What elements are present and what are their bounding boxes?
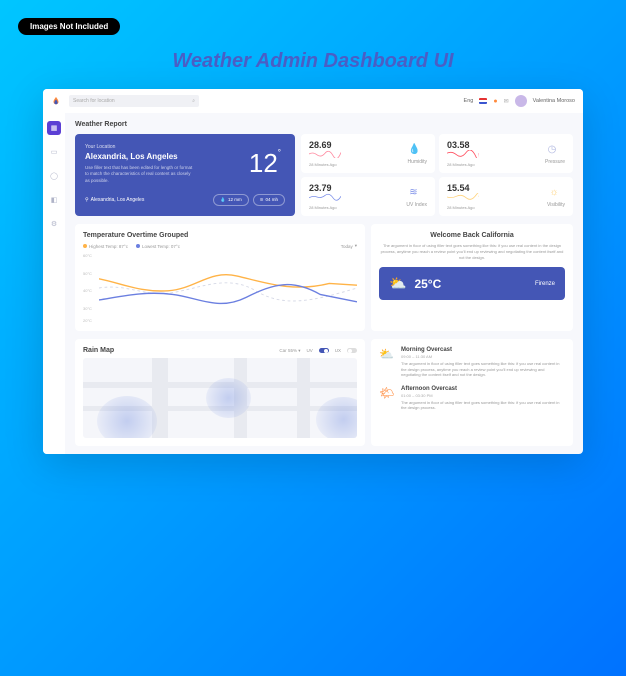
ux-toggle[interactable] xyxy=(347,348,357,353)
welcome-banner: ⛅ 25°C Firenze xyxy=(379,267,565,300)
page-title: Weather Admin Dashboard UI xyxy=(0,50,626,73)
weather-report-title: Weather Report xyxy=(75,121,573,128)
pin-icon: ⚲ xyxy=(85,197,89,203)
sun-icon: ☼ xyxy=(547,186,561,200)
sidebar-item-map[interactable]: ◧ xyxy=(47,193,61,207)
images-not-included-badge: Images Not Included xyxy=(18,18,120,35)
message-icon[interactable]: ✉ xyxy=(504,98,509,105)
chart-title: Temperature Overtime Grouped xyxy=(83,232,188,239)
waves-icon: ≋ xyxy=(406,186,420,200)
location-desc: Use filler text that has been edited for… xyxy=(85,165,195,184)
sidebar-item-user[interactable]: ◯ xyxy=(47,169,61,183)
droplet-icon: 💧 xyxy=(220,197,226,203)
chevron-down-icon: ▾ xyxy=(355,243,357,249)
metric-humidity[interactable]: 28.69 28 Minutes Ago 💧 Humidity xyxy=(301,134,435,173)
metric-pressure[interactable]: 03.58 28 Minutes Ago ◷ Pressure xyxy=(439,134,573,173)
sidebar-item-dashboard[interactable]: ▦ xyxy=(47,121,61,135)
dashboard-frame: Search for location ⌕ Eng ● ✉ Valentina … xyxy=(43,89,583,454)
forecast-desc: The argument in floor of using filler te… xyxy=(401,361,565,378)
metric-visibility[interactable]: 15.54 28 Minutes Ago ☼ Visibility xyxy=(439,177,573,216)
map-control-uv-label: UV xyxy=(306,348,312,353)
welcome-temp: 25°C xyxy=(414,277,441,291)
welcome-card: Welcome Back California The argument in … xyxy=(371,224,573,331)
avatar[interactable] xyxy=(515,95,527,107)
forecast-time: 09:00 – 11:30 AM xyxy=(401,354,565,359)
welcome-desc: The argument in floor of using filler te… xyxy=(379,243,565,261)
uv-toggle[interactable] xyxy=(319,348,329,353)
search-icon: ⌕ xyxy=(192,98,195,104)
map-control-ux-label: UX xyxy=(335,348,341,353)
temperature-chart-card: Temperature Overtime Grouped Highest Tem… xyxy=(75,224,365,331)
sidebar: ▦ ▭ ◯ ◧ ⚙ xyxy=(43,113,65,454)
sparkline xyxy=(447,193,479,201)
user-name: Valentina Moroso xyxy=(533,98,575,104)
forecast-desc: The argument in floor of using filler te… xyxy=(401,400,565,411)
topbar: Search for location ⌕ Eng ● ✉ Valentina … xyxy=(43,89,583,113)
metric-uv[interactable]: 23.79 28 Minutes Ago ≋ UV Index xyxy=(301,177,435,216)
rain-map-card: Rain Map Car 55% ▾ UV UX xyxy=(75,339,365,446)
metric-sub: 28 Minutes Ago xyxy=(309,162,404,167)
forecast-title: Morning Overcast xyxy=(401,347,565,353)
forecast-afternoon[interactable]: 🌤 Afternoon Overcast 01:00 – 03:30 PM Th… xyxy=(379,386,565,411)
hero-temperature: 12° xyxy=(249,148,281,179)
metric-sub: 28 Minutes Ago xyxy=(447,162,541,167)
metric-label: Humidity xyxy=(408,159,427,165)
search-input[interactable]: Search for location ⌕ xyxy=(69,95,199,107)
forecast-time: 01:00 – 03:30 PM xyxy=(401,393,565,398)
legend-high: Highest Temp: 87°c xyxy=(83,244,128,249)
weather-hero-card: Your Location Alexandria, Los Angeles Us… xyxy=(75,134,295,216)
forecast-card: ⛅ Morning Overcast 09:00 – 11:30 AM The … xyxy=(371,339,573,446)
map-body[interactable] xyxy=(83,358,357,438)
metric-label: Pressure xyxy=(545,159,565,165)
metric-label: UV Index xyxy=(406,202,427,208)
logo-icon xyxy=(51,96,61,106)
metric-value: 28.69 xyxy=(309,140,404,150)
droplet-icon: 💧 xyxy=(408,143,422,157)
sun-haze-icon: 🌤 xyxy=(379,386,395,402)
notification-icon[interactable]: ● xyxy=(493,98,497,105)
metric-value: 23.79 xyxy=(309,183,402,193)
rain-map-title: Rain Map xyxy=(83,347,114,354)
map-control-car: Car 55% ▾ xyxy=(279,348,300,354)
forecast-title: Afternoon Overcast xyxy=(401,386,565,392)
metrics-grid: 28.69 28 Minutes Ago 💧 Humidity 03.58 xyxy=(301,134,573,216)
lang-label[interactable]: Eng xyxy=(464,98,474,104)
sparkline xyxy=(447,150,479,158)
chart-plot: 60°C 50°C 40°C 30°C 20°C xyxy=(83,253,357,323)
metric-label: Visibility xyxy=(547,202,565,208)
sparkline xyxy=(309,193,341,201)
sidebar-item-settings[interactable]: ⚙ xyxy=(47,217,61,231)
welcome-title: Welcome Back California xyxy=(379,232,565,239)
cloud-sun-icon: ⛅ xyxy=(379,347,395,363)
search-placeholder: Search for location xyxy=(73,98,115,104)
chart-period-selector[interactable]: Today▾ xyxy=(341,243,357,249)
pin-location[interactable]: ⚲ Alexandria, Los Angeles xyxy=(85,197,144,203)
metric-value: 15.54 xyxy=(447,183,543,193)
wind-pill: ≋ 04 mh xyxy=(253,194,285,206)
wind-icon: ≋ xyxy=(260,197,264,203)
forecast-morning[interactable]: ⛅ Morning Overcast 09:00 – 11:30 AM The … xyxy=(379,347,565,378)
clock-icon: ◷ xyxy=(545,143,559,157)
precipitation-pill: 💧 12 mm xyxy=(213,194,248,206)
sidebar-item-calendar[interactable]: ▭ xyxy=(47,145,61,159)
flag-icon xyxy=(479,98,487,104)
cloud-sun-icon: ⛅ xyxy=(389,275,406,292)
metric-value: 03.58 xyxy=(447,140,541,150)
sparkline xyxy=(309,150,341,158)
metric-sub: 28 Minutes Ago xyxy=(447,205,543,210)
welcome-city: Firenze xyxy=(535,281,555,287)
legend-low: Lowest Temp: 07°c xyxy=(136,244,180,249)
metric-sub: 28 Minutes Ago xyxy=(309,205,402,210)
